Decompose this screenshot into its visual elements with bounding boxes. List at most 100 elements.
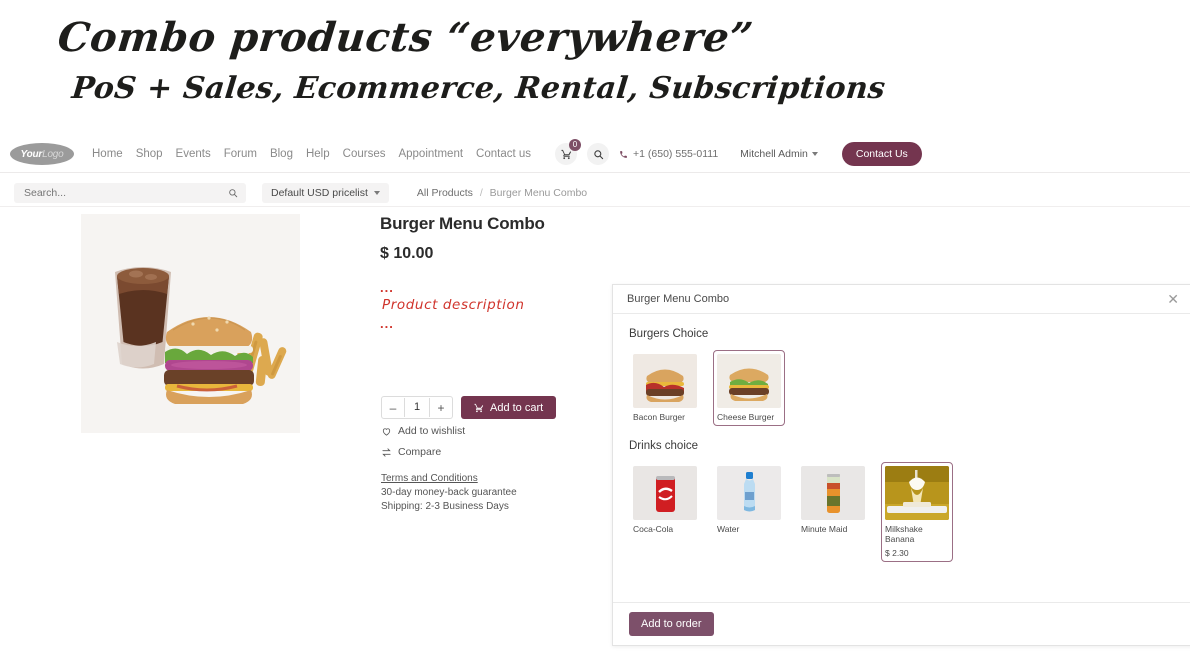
- combo-configurator-modal: Burger Menu Combo ✕ Burgers Choice Bacon…: [612, 284, 1190, 646]
- nav-item-shop[interactable]: Shop: [136, 148, 163, 160]
- search-input[interactable]: [22, 186, 216, 200]
- shipping-text: Shipping: 2-3 Business Days: [381, 501, 509, 512]
- quantity-stepper[interactable]: – 1 +: [381, 396, 453, 419]
- nav-item-appointment[interactable]: Appointment: [398, 148, 463, 160]
- add-to-cart-button[interactable]: Add to cart: [461, 396, 557, 419]
- breadcrumb: All Products / Burger Menu Combo: [417, 187, 587, 199]
- phone-icon: [620, 150, 627, 158]
- water-image: [717, 466, 781, 520]
- product-price: $ 10.00: [380, 245, 434, 262]
- quantity-decrease-button[interactable]: –: [382, 398, 404, 417]
- headline-line-1: Combo products “everywhere”: [55, 14, 756, 61]
- contact-us-button[interactable]: Contact Us: [841, 142, 922, 166]
- compare-arrows-icon: [382, 447, 391, 457]
- cart-icon: [474, 403, 484, 412]
- nav-links: Home Shop Events Forum Blog Help Courses…: [92, 148, 531, 160]
- coca-cola-image: [633, 466, 697, 520]
- option-coca-cola[interactable]: Coca-Cola: [629, 462, 701, 562]
- drinks-choice-row: Coca-Cola Water Minute Maid Milkshake Ba…: [629, 462, 1177, 562]
- quantity-increase-button[interactable]: +: [430, 398, 452, 417]
- pricelist-dropdown[interactable]: Default USD pricelist: [262, 183, 389, 203]
- terms-and-conditions-link[interactable]: Terms and Conditions: [381, 473, 478, 484]
- heart-icon: [382, 427, 391, 436]
- wishlist-label: Add to wishlist: [398, 425, 466, 437]
- compare-label: Compare: [398, 446, 442, 458]
- headline-line-2: PoS + Sales, Ecommerce, Rental, Subscrip…: [70, 71, 888, 106]
- chevron-down-icon: [811, 152, 818, 156]
- logo-text-sub: Logo: [42, 148, 64, 160]
- water-label: Water: [717, 524, 740, 534]
- milkshake-banana-label: Milkshake Banana: [885, 524, 923, 544]
- description-annotation: Product description: [382, 297, 525, 313]
- website-navbar: Your Logo Home Shop Events Forum Blog Hel…: [0, 136, 1190, 173]
- cheese-burger-photo: [717, 354, 781, 408]
- nav-item-events[interactable]: Events: [176, 148, 211, 160]
- milkshake-photo: [885, 466, 949, 520]
- product-title: Burger Menu Combo: [380, 214, 545, 233]
- option-minute-maid[interactable]: Minute Maid: [797, 462, 869, 562]
- minute-maid-label: Minute Maid: [801, 524, 848, 534]
- minute-maid-image: [801, 466, 865, 520]
- nav-item-blog[interactable]: Blog: [270, 148, 293, 160]
- logo-text-main: Your: [20, 148, 43, 160]
- water-bottle-photo: [717, 466, 781, 520]
- nav-item-forum[interactable]: Forum: [224, 148, 257, 160]
- pricelist-label: Default USD pricelist: [271, 187, 368, 199]
- burgers-choice-title: Burgers Choice: [629, 328, 709, 340]
- close-icon[interactable]: ✕: [1167, 292, 1179, 306]
- breadcrumb-current: Burger Menu Combo: [489, 187, 588, 199]
- drinks-choice-title: Drinks choice: [629, 440, 699, 452]
- shop-toolbar: Default USD pricelist All Products / Bur…: [0, 180, 1190, 207]
- cart-button[interactable]: 0: [555, 139, 582, 165]
- bacon-burger-label: Bacon Burger: [633, 412, 685, 422]
- purchase-controls: – 1 + Add to cart: [381, 396, 557, 419]
- quantity-value[interactable]: 1: [404, 398, 430, 417]
- cart-icon: [560, 149, 571, 159]
- description-dots-bottom: ...: [380, 316, 394, 331]
- cheese-burger-image: [717, 354, 781, 408]
- coca-cola-label: Coca-Cola: [633, 524, 674, 534]
- option-cheese-burger[interactable]: Cheese Burger: [713, 350, 785, 426]
- modal-header: Burger Menu Combo ✕: [613, 285, 1190, 314]
- compare-button[interactable]: Compare: [381, 446, 465, 458]
- add-to-wishlist-button[interactable]: Add to wishlist: [381, 425, 465, 437]
- breadcrumb-all-products[interactable]: All Products: [417, 187, 473, 199]
- secondary-actions: Add to wishlist Compare: [381, 425, 465, 467]
- add-to-order-button[interactable]: Add to order: [629, 612, 714, 636]
- search-button[interactable]: [587, 143, 610, 165]
- search-submit-icon[interactable]: [228, 188, 238, 198]
- product-details: Burger Menu Combo $ 10.00 ... Product de…: [380, 214, 610, 331]
- bacon-burger-photo: [633, 354, 697, 408]
- phone-number[interactable]: +1 (650) 555-0111: [619, 148, 718, 160]
- cheese-burger-label: Cheese Burger: [717, 412, 775, 422]
- coca-cola-photo: [633, 466, 697, 520]
- option-water[interactable]: Water: [713, 462, 785, 562]
- user-name: Mitchell Admin: [740, 148, 808, 160]
- slide-headline: Combo products “everywhere” PoS + Sales,…: [0, 0, 888, 106]
- option-milkshake-banana[interactable]: Milkshake Banana $ 2.30: [881, 462, 953, 562]
- bacon-burger-image: [633, 354, 697, 408]
- milkshake-banana-price: $ 2.30: [885, 548, 909, 558]
- breadcrumb-separator: /: [479, 187, 483, 199]
- nav-item-courses[interactable]: Courses: [343, 148, 386, 160]
- money-back-text: 30-day money-back guarantee: [381, 487, 517, 498]
- nav-item-contact-us[interactable]: Contact us: [476, 148, 531, 160]
- burgers-choice-row: Bacon Burger Cheese Burger: [629, 350, 1177, 426]
- phone-text: +1 (650) 555-0111: [633, 148, 719, 160]
- minute-maid-photo: [801, 466, 865, 520]
- modal-body: Burgers Choice Bacon Burger Cheese Burge…: [613, 314, 1190, 562]
- product-image[interactable]: [81, 214, 300, 433]
- description-dots-top: ...: [380, 280, 394, 295]
- user-menu[interactable]: Mitchell Admin: [740, 148, 818, 160]
- search-field-wrapper[interactable]: [14, 183, 246, 203]
- add-to-cart-label: Add to cart: [490, 401, 544, 414]
- option-bacon-burger[interactable]: Bacon Burger: [629, 350, 701, 426]
- modal-title: Burger Menu Combo: [627, 293, 730, 305]
- modal-footer: Add to order: [613, 602, 1190, 645]
- site-logo[interactable]: Your Logo: [10, 143, 74, 165]
- nav-item-home[interactable]: Home: [92, 148, 123, 160]
- combo-meal-photo: [81, 214, 300, 433]
- nav-item-help[interactable]: Help: [306, 148, 330, 160]
- search-icon: [593, 149, 603, 159]
- shipping-terms: Terms and Conditions 30-day money-back g…: [381, 472, 517, 514]
